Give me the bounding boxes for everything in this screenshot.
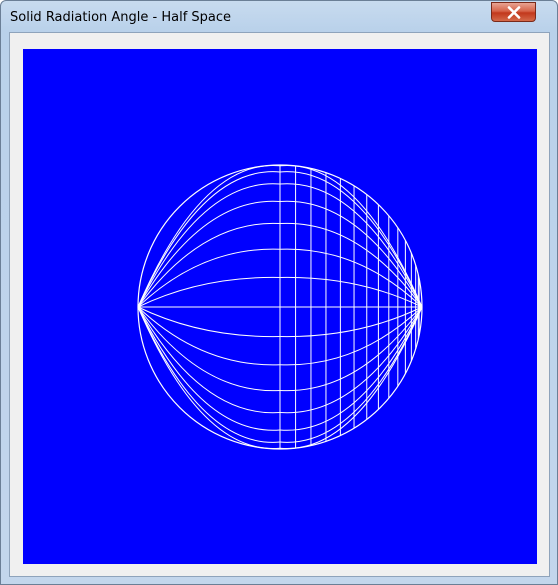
meridian-left-top-4 bbox=[137, 200, 281, 308]
meridian-left-top-6 bbox=[137, 171, 281, 308]
close-button[interactable] bbox=[491, 2, 536, 22]
window-title: Solid Radiation Angle - Half Space bbox=[10, 10, 232, 25]
meridian-left-bottom-7 bbox=[137, 306, 281, 449]
meridian-right-top-1 bbox=[279, 276, 423, 308]
meridian-left-bottom-1 bbox=[137, 306, 281, 338]
meridian-right-top-4 bbox=[279, 200, 423, 308]
meridian-right-bottom-6 bbox=[279, 306, 423, 443]
meridian-right-top-7 bbox=[279, 165, 423, 308]
meridian-right-bottom-1 bbox=[279, 306, 423, 338]
app-window: Solid Radiation Angle - Half Space bbox=[0, 0, 558, 585]
close-icon bbox=[507, 6, 521, 19]
meridian-right-bottom-4 bbox=[279, 306, 423, 414]
hemisphere-wireframe bbox=[137, 164, 423, 450]
meridian-left-bottom-6 bbox=[137, 306, 281, 443]
meridian-left-top-7 bbox=[137, 165, 281, 308]
drawing-canvas bbox=[23, 49, 537, 564]
meridian-left-top-1 bbox=[137, 276, 281, 308]
meridian-left-bottom-4 bbox=[137, 306, 281, 414]
title-bar[interactable]: Solid Radiation Angle - Half Space bbox=[1, 1, 557, 33]
meridian-right-top-6 bbox=[279, 171, 423, 308]
meridian-right-bottom-7 bbox=[279, 306, 423, 449]
